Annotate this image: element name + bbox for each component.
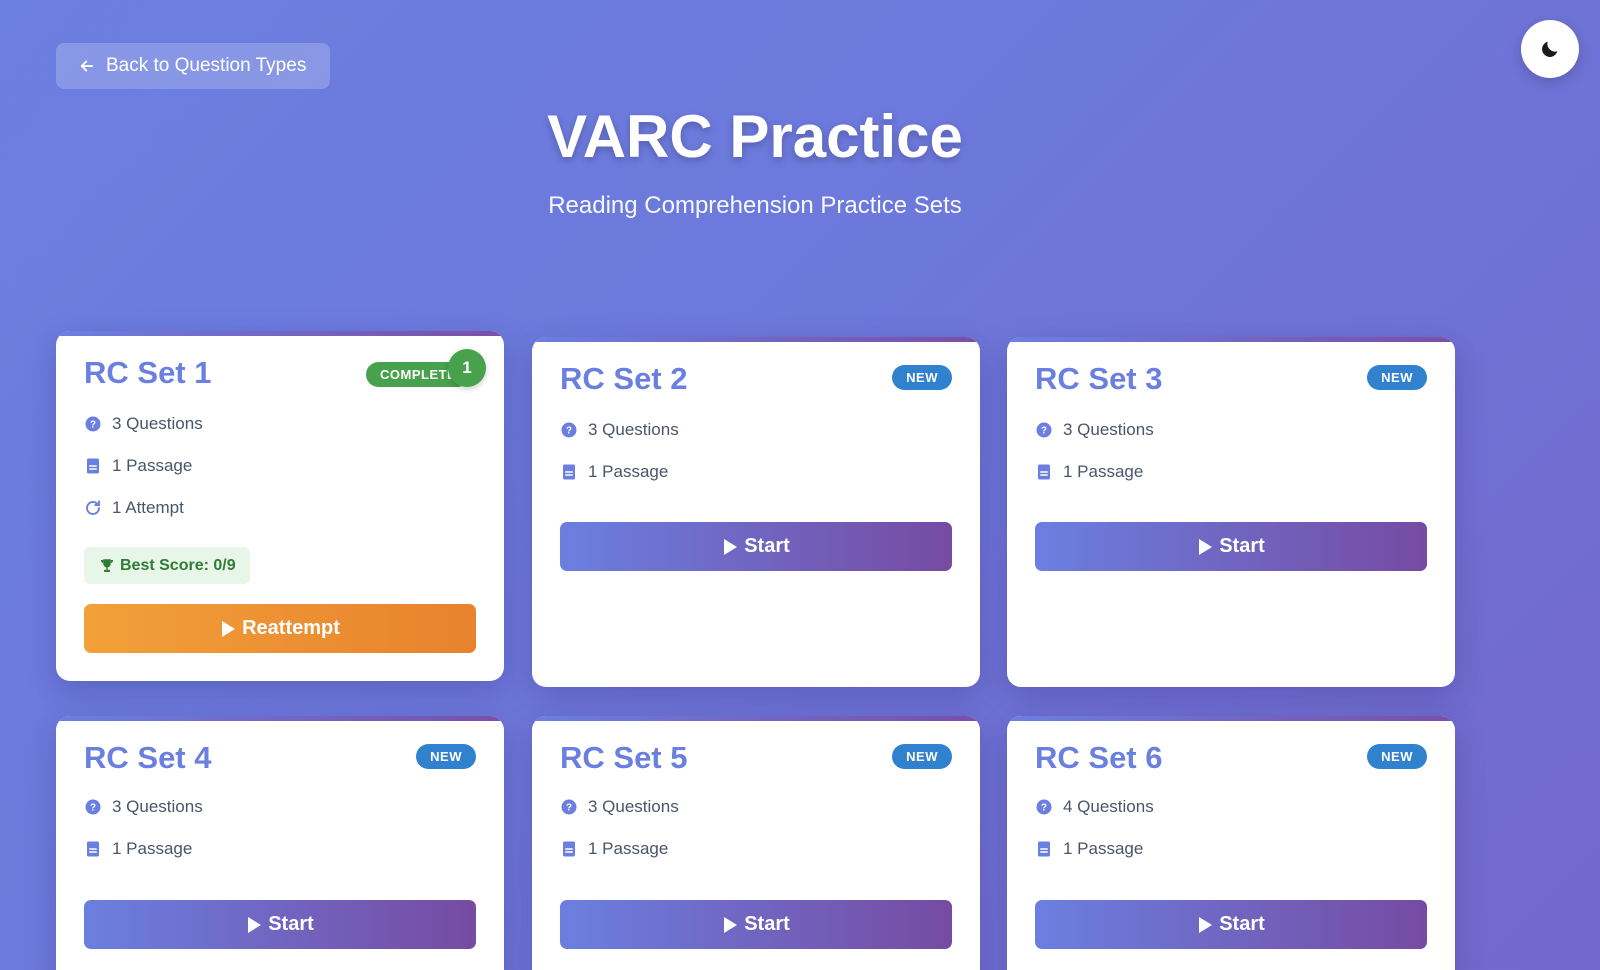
rc-set-card: RC Set 1 COMPLETED 1 ? 3 Questions 1 Pas… bbox=[56, 331, 504, 681]
start-button[interactable]: Start bbox=[560, 522, 952, 571]
card-title: RC Set 6 bbox=[1035, 740, 1163, 775]
svg-text:?: ? bbox=[90, 419, 96, 430]
start-button[interactable]: Start bbox=[560, 900, 952, 949]
passages-count: 1 Passage bbox=[84, 839, 192, 859]
page-subtitle: Reading Comprehension Practice Sets bbox=[548, 192, 962, 219]
questions-count: ? 3 Questions bbox=[560, 797, 679, 817]
play-icon bbox=[222, 620, 236, 637]
question-icon: ? bbox=[561, 799, 577, 815]
rc-set-card: RC Set 5 NEW ? 3 Questions 1 Passage Sta… bbox=[532, 716, 980, 970]
rc-set-card: RC Set 4 NEW ? 3 Questions 1 Passage Sta… bbox=[56, 716, 504, 970]
status-badge: NEW bbox=[892, 744, 952, 769]
reattempt-button[interactable]: Reattempt bbox=[84, 604, 476, 653]
trophy-icon bbox=[101, 558, 113, 572]
question-icon: ? bbox=[1036, 799, 1052, 815]
start-button[interactable]: Start bbox=[84, 900, 476, 949]
question-icon: ? bbox=[85, 416, 101, 432]
question-icon: ? bbox=[85, 799, 101, 815]
svg-text:?: ? bbox=[1041, 802, 1047, 813]
passages-count: 1 Passage bbox=[1035, 839, 1143, 859]
svg-text:?: ? bbox=[566, 425, 572, 436]
questions-count: ? 3 Questions bbox=[1035, 420, 1154, 440]
svg-text:?: ? bbox=[90, 802, 96, 813]
book-icon bbox=[563, 841, 575, 857]
book-icon bbox=[87, 458, 99, 474]
rc-set-card: RC Set 3 NEW ? 3 Questions 1 Passage Sta… bbox=[1007, 337, 1455, 687]
play-icon bbox=[248, 916, 262, 933]
redo-icon bbox=[86, 500, 100, 515]
attempts-count: 1 Attempt bbox=[84, 498, 184, 518]
status-badge: NEW bbox=[1367, 365, 1427, 390]
play-icon bbox=[1199, 538, 1213, 555]
status-badge: NEW bbox=[416, 744, 476, 769]
theme-toggle-button[interactable] bbox=[1521, 20, 1579, 78]
passages-count: 1 Passage bbox=[560, 462, 668, 482]
question-icon: ? bbox=[1036, 422, 1052, 438]
play-icon bbox=[724, 538, 738, 555]
card-title: RC Set 5 bbox=[560, 740, 688, 775]
moon-icon bbox=[1542, 41, 1558, 57]
card-title: RC Set 3 bbox=[1035, 361, 1163, 396]
question-icon: ? bbox=[561, 422, 577, 438]
svg-text:?: ? bbox=[566, 802, 572, 813]
play-icon bbox=[724, 916, 738, 933]
book-icon bbox=[1038, 841, 1050, 857]
book-icon bbox=[1038, 464, 1050, 480]
book-icon bbox=[563, 464, 575, 480]
questions-count: ? 3 Questions bbox=[84, 414, 203, 434]
card-title: RC Set 4 bbox=[84, 740, 212, 775]
status-badge: NEW bbox=[892, 365, 952, 390]
play-icon bbox=[1199, 916, 1213, 933]
arrow-left-icon bbox=[80, 60, 94, 72]
passages-count: 1 Passage bbox=[1035, 462, 1143, 482]
questions-count: ? 3 Questions bbox=[84, 797, 203, 817]
svg-text:?: ? bbox=[1041, 425, 1047, 436]
best-score-badge: Best Score: 0/9 bbox=[84, 547, 250, 584]
status-badge: NEW bbox=[1367, 744, 1427, 769]
questions-count: ? 4 Questions bbox=[1035, 797, 1154, 817]
rc-set-card: RC Set 2 NEW ? 3 Questions 1 Passage Sta… bbox=[532, 337, 980, 687]
passages-count: 1 Passage bbox=[84, 456, 192, 476]
start-button[interactable]: Start bbox=[1035, 900, 1427, 949]
passages-count: 1 Passage bbox=[560, 839, 668, 859]
book-icon bbox=[87, 841, 99, 857]
page-title: VARC Practice bbox=[547, 103, 963, 170]
card-title: RC Set 1 bbox=[84, 355, 212, 390]
back-button-label: Back to Question Types bbox=[106, 55, 307, 76]
back-to-question-types-button[interactable]: Back to Question Types bbox=[56, 43, 330, 89]
card-title: RC Set 2 bbox=[560, 361, 688, 396]
rc-set-card: RC Set 6 NEW ? 4 Questions 1 Passage Sta… bbox=[1007, 716, 1455, 970]
attempt-count-badge: 1 bbox=[448, 349, 486, 387]
start-button[interactable]: Start bbox=[1035, 522, 1427, 571]
questions-count: ? 3 Questions bbox=[560, 420, 679, 440]
